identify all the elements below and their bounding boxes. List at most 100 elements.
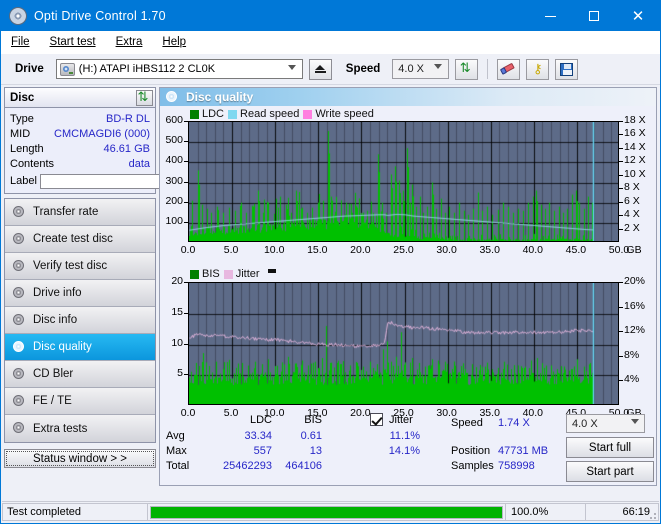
y2-axis-tick: 10 X	[624, 167, 646, 180]
y-axis-tickmark	[184, 344, 188, 345]
sidebar: Disc Type BD-R DL MID CMCMAGDI6 (000) Le…	[1, 85, 239, 486]
sidebar-item-drive-info[interactable]: Drive info	[5, 280, 155, 307]
menu-help-label: Help	[162, 36, 187, 48]
stats-max-bis: 13	[309, 445, 322, 457]
y2-axis-tick: 4%	[624, 373, 640, 386]
disc-length-value: 46.61 GB	[103, 142, 150, 155]
disc-length-label: Length	[10, 142, 44, 155]
sidebar-item-disc-quality[interactable]: Disc quality	[5, 334, 155, 361]
y-axis-tickmark	[184, 121, 188, 122]
sidebar-nav: Transfer rate Create test disc Verify te…	[4, 198, 156, 443]
sidebar-item-transfer-rate[interactable]: Transfer rate	[5, 199, 155, 226]
eject-button[interactable]	[308, 58, 332, 80]
y2-axis-tickmark	[619, 121, 623, 122]
x-axis-tick: 0.0	[180, 244, 196, 256]
sidebar-item-disc-info[interactable]: Disc info	[5, 307, 155, 334]
disc-icon	[12, 367, 26, 381]
maximize-button[interactable]	[572, 1, 616, 31]
result-samples-label: Samples	[451, 460, 494, 472]
chart1-legend: LDC Read speed Write speed	[190, 108, 374, 120]
status-window-button[interactable]: Status window > >	[4, 449, 156, 468]
y2-axis-tick: 4 X	[624, 208, 640, 221]
y2-axis-tickmark	[619, 188, 623, 189]
legend-entry-ldc: LDC	[190, 108, 224, 120]
status-message: Test completed	[2, 503, 148, 521]
start-full-button[interactable]: Start full	[566, 437, 654, 458]
stats-row-total-label: Total	[166, 460, 190, 472]
legend-entry-read-speed: Read speed	[228, 108, 299, 120]
disc-group-title: Disc	[10, 91, 35, 104]
disc-icon	[12, 286, 26, 300]
stats-header-jitter: Jitter	[389, 414, 413, 426]
legend-label-read-speed: Read speed	[240, 108, 300, 120]
disc-label-caption: Label	[10, 175, 37, 187]
body: Disc Type BD-R DL MID CMCMAGDI6 (000) Le…	[1, 85, 660, 486]
drive-icon	[59, 62, 75, 76]
drive-select[interactable]: (H:) ATAPI iHBS112 2 CL0K	[55, 59, 303, 79]
progress-percent: 100.0%	[506, 503, 586, 521]
x-axis-tick: 25.0	[393, 244, 414, 256]
sidebar-item-create-test-disc[interactable]: Create test disc	[5, 226, 155, 253]
y-axis-tick: 200	[165, 194, 183, 207]
chart-bis-jitter[interactable]: 5 10 15 20 4% 8% 12% 16% 20% 0.0 5.0 10.0 15.0 20.0…	[160, 266, 660, 426]
y2-axis-tickmark	[619, 134, 623, 135]
y-axis-tick: 100	[165, 214, 183, 227]
progress-fill	[151, 506, 502, 518]
sidebar-item-label: Disc quality	[33, 341, 92, 353]
save-button[interactable]	[555, 58, 579, 80]
y2-axis-tickmark	[619, 307, 623, 308]
y2-axis-tick: 12%	[624, 324, 646, 337]
stats-max-jitter: 14.1%	[388, 445, 420, 457]
menu-extra[interactable]: Extra	[116, 36, 143, 48]
disc-icon	[12, 394, 26, 408]
y2-axis-tickmark	[619, 229, 623, 230]
refresh-button[interactable]	[455, 58, 479, 80]
jitter-checkbox[interactable]	[370, 413, 383, 426]
y2-axis-tick: 16%	[624, 299, 646, 312]
sidebar-item-cd-bler[interactable]: CD Bler	[5, 361, 155, 388]
disc-type-label: Type	[10, 112, 34, 125]
legend-marker-icon	[267, 269, 276, 273]
sidebar-item-label: Verify test disc	[33, 260, 108, 272]
sidebar-item-verify-test-disc[interactable]: Verify test disc	[5, 253, 155, 280]
disc-type-value: BD-R DL	[105, 112, 150, 125]
menu-start-test[interactable]: Start test	[50, 36, 96, 48]
test-speed-select[interactable]: 4.0 X	[566, 414, 645, 433]
menu-help[interactable]: Help	[162, 36, 186, 48]
legend-swatch-read-speed	[228, 109, 238, 119]
key-button[interactable]: ⚷	[526, 58, 550, 80]
erase-button[interactable]	[497, 58, 521, 80]
chart1-plot-area	[188, 121, 619, 242]
speed-select-value: 4.0 X	[398, 63, 424, 75]
legend-swatch-write-speed	[303, 109, 313, 119]
chart-ldc-readspeed[interactable]: 100 200 300 400 500 600 2 X4 X6 X8 X 10 X 12 X1…	[160, 106, 660, 266]
title-bar: Opti Drive Control 1.70 ✕	[1, 1, 660, 31]
start-part-button[interactable]: Start part	[566, 461, 654, 482]
sidebar-item-label: FE / TE	[33, 395, 72, 407]
sidebar-item-extra-tests[interactable]: Extra tests	[5, 415, 155, 442]
y-axis-tickmark	[184, 222, 188, 223]
minimize-button[interactable]	[528, 1, 572, 31]
y-axis-tickmark	[184, 182, 188, 183]
refresh-icon	[138, 91, 152, 105]
resize-grip[interactable]	[647, 510, 657, 520]
close-button[interactable]: ✕	[616, 1, 660, 31]
stats-avg-bis: 0.61	[300, 430, 322, 442]
speed-select[interactable]: 4.0 X	[392, 59, 450, 79]
legend-label-bis: BIS	[202, 268, 220, 280]
sidebar-item-fe-te[interactable]: FE / TE	[5, 388, 155, 415]
legend-swatch-ldc	[190, 109, 199, 119]
chart2-legend: BIS Jitter	[190, 268, 276, 280]
menu-file[interactable]: File	[11, 36, 30, 48]
legend-entry-bis: BIS	[190, 268, 220, 280]
menu-extra-label: Extra	[115, 36, 143, 48]
x-axis-tick: 20.0	[350, 244, 371, 256]
disc-refresh-button[interactable]	[136, 89, 153, 106]
application-window: Opti Drive Control 1.70 ✕ File Start tes…	[0, 0, 661, 524]
y-axis-tickmark	[184, 202, 188, 203]
y-axis-tick: 300	[165, 174, 183, 187]
drive-select-value: (H:) ATAPI iHBS112 2 CL0K	[78, 63, 216, 75]
legend-label-ldc: LDC	[202, 108, 225, 120]
save-icon	[560, 62, 574, 76]
result-speed-label: Speed	[451, 417, 483, 429]
